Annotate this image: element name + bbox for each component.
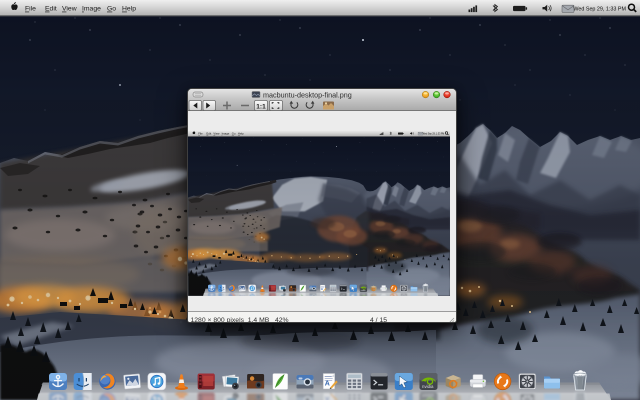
svg-text:1:1: 1:1	[256, 103, 266, 110]
svg-text:macbuntu-desktop-final.png: macbuntu-desktop-final.png	[263, 90, 352, 99]
svg-text:4 / 15: 4 / 15	[370, 317, 387, 323]
svg-text:1280 × 800 pixels 1.4 MB 42: 1280 × 800 pixels 1.4 MB 42%	[191, 317, 289, 323]
